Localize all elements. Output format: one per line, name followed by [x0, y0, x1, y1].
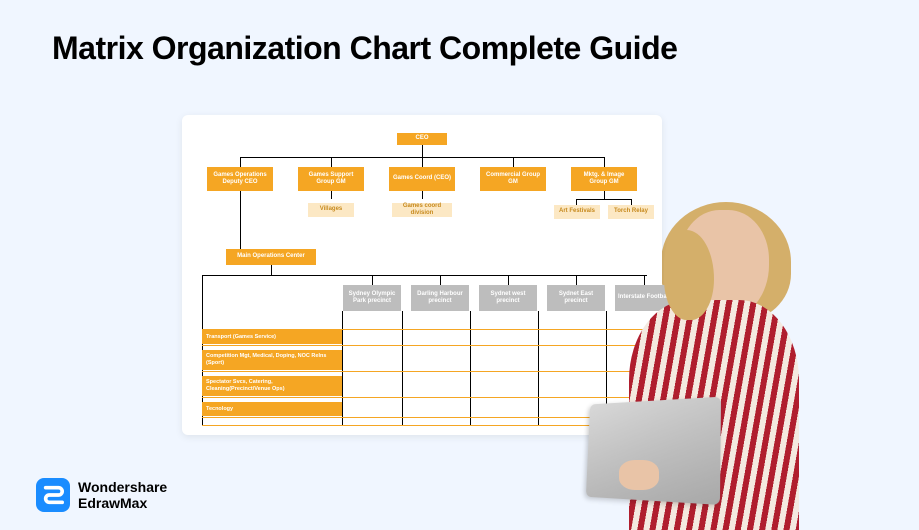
org-chart: CEO Games Operations Deputy CEO Games Su… [182, 115, 662, 435]
edrawmax-icon [36, 478, 70, 512]
connector [331, 191, 332, 199]
page-title: Matrix Organization Chart Complete Guide [52, 30, 677, 67]
row-label-1: Competition Mgt, Medical, Doping, NOC Re… [202, 350, 342, 370]
connector [202, 275, 647, 276]
row-label-0: Transport (Games Service) [202, 330, 342, 344]
connector [604, 157, 605, 167]
gridline [202, 329, 658, 330]
gridline [202, 397, 658, 398]
connector [240, 157, 241, 167]
edrawmax-glyph [42, 484, 64, 506]
connector [576, 199, 632, 200]
node-level2-0: Games Operations Deputy CEO [207, 167, 273, 191]
person-illustration [609, 210, 839, 530]
gridline [202, 345, 658, 346]
node-level2-2: Games Coord (CEO) [389, 167, 455, 191]
connector [513, 157, 514, 167]
connector [422, 145, 423, 157]
node-level2-3: Commercial Group GM [480, 167, 546, 191]
node-villages: Villages [308, 203, 354, 217]
node-precinct-1: Darling Harbour precinct [411, 285, 469, 311]
node-precinct-2: Sydnet west precinct [479, 285, 537, 311]
connector [604, 191, 605, 199]
connector [240, 191, 241, 249]
brand-line2: EdrawMax [78, 495, 167, 511]
brand-text: Wondershare EdrawMax [78, 479, 167, 511]
connector [508, 275, 509, 285]
connector [271, 265, 272, 275]
connector [576, 275, 577, 285]
connector [331, 157, 332, 167]
node-precinct-3: Sydnet East precinct [547, 285, 605, 311]
gridline [202, 371, 658, 372]
connector [440, 275, 441, 285]
node-coord-div: Games coord division [392, 203, 452, 217]
connector [422, 191, 423, 199]
row-label-3: Tecnology [202, 402, 342, 416]
person-hand [619, 460, 659, 490]
row-label-2: Spectator Svcs, Catering, Cleaning(Preci… [202, 376, 342, 396]
org-chart-card: CEO Games Operations Deputy CEO Games Su… [182, 115, 662, 435]
laptop [586, 397, 721, 505]
node-main-ops: Main Operations Center [226, 249, 316, 265]
node-level2-4: Mktg. & Image Group GM [571, 167, 637, 191]
brand-line1: Wondershare [78, 479, 167, 495]
connector [422, 157, 423, 167]
node-art: Art Festivals [554, 205, 600, 219]
brand-logo: Wondershare EdrawMax [36, 478, 167, 512]
node-level2-1: Games Support Group GM [298, 167, 364, 191]
connector [372, 275, 373, 285]
node-ceo: CEO [397, 133, 447, 145]
node-precinct-0: Sydney Olympic Park precinct [343, 285, 401, 311]
